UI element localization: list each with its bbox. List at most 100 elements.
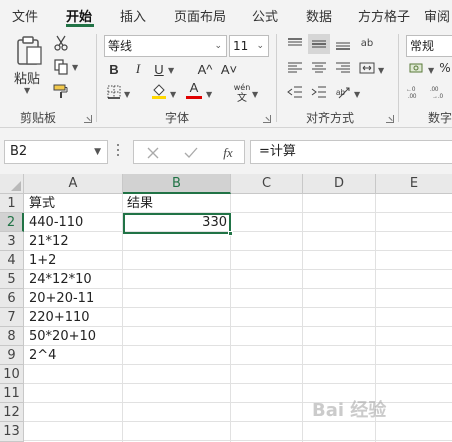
decrease-indent-icon[interactable] [286, 84, 304, 100]
formula-bar: B2 ▼ fx =计算 [0, 128, 452, 174]
font-color-button[interactable]: A [186, 79, 202, 95]
row-header-7[interactable]: 7 [0, 308, 24, 327]
fill-handle[interactable] [228, 231, 233, 236]
column-header-c[interactable]: C [231, 174, 303, 194]
column-header-d[interactable]: D [303, 174, 376, 194]
bold-button[interactable]: B [106, 60, 122, 78]
increase-indent-icon[interactable] [310, 84, 328, 100]
cell-b1[interactable]: 结果 [127, 194, 153, 213]
row-header-3[interactable]: 3 [0, 232, 24, 251]
font-size-value: 11 [233, 39, 249, 53]
currency-dropdown-icon[interactable]: ▼ [428, 66, 434, 75]
enter-check-icon[interactable] [182, 144, 200, 162]
row-header-13[interactable]: 13 [0, 422, 24, 442]
copy-icon[interactable] [52, 58, 70, 76]
active-tab-indicator [66, 24, 94, 27]
row-header-10[interactable]: 10 [0, 365, 24, 384]
decrease-decimal-icon[interactable]: .00 →.0 [430, 84, 452, 100]
tab-review[interactable]: 审阅 [424, 6, 450, 25]
cell-a9[interactable]: 2^4 [29, 346, 56, 365]
row-header-9[interactable]: 9 [0, 346, 24, 365]
orientation-dropdown-icon[interactable]: ▼ [354, 90, 360, 99]
chevron-down-icon[interactable]: ⌄ [214, 36, 222, 56]
cell-a7[interactable]: 220+110 [29, 308, 90, 327]
format-painter-icon[interactable] [52, 82, 70, 100]
underline-button[interactable]: U [152, 60, 166, 78]
paste-label[interactable]: 粘贴 [14, 68, 40, 87]
cell-a5[interactable]: 24*12*10 [29, 270, 92, 289]
paste-dropdown-icon[interactable]: ▼ [24, 86, 30, 95]
cell-a4[interactable]: 1+2 [29, 251, 56, 270]
row-header-1[interactable]: 1 [0, 194, 24, 213]
column-header-b[interactable]: B [123, 174, 231, 194]
alignment-launcher-icon[interactable] [386, 115, 394, 123]
align-middle-icon[interactable] [308, 34, 330, 54]
cell-a6[interactable]: 20+20-11 [29, 289, 94, 308]
cell-a1[interactable]: 算式 [29, 194, 55, 213]
gridline [24, 421, 452, 422]
cell-a8[interactable]: 50*20+10 [29, 327, 96, 346]
percent-icon[interactable]: % [438, 60, 452, 76]
formula-input[interactable]: =计算 [250, 140, 452, 164]
tab-fangfang[interactable]: 方方格子 [358, 6, 410, 25]
row-header-2[interactable]: 2 [0, 213, 24, 232]
cut-icon[interactable] [52, 34, 70, 52]
tab-home[interactable]: 开始 [66, 6, 92, 25]
fill-color-dropdown-icon[interactable]: ▼ [170, 90, 176, 99]
align-top-icon[interactable] [286, 36, 304, 52]
wrap-text-button[interactable]: ab [358, 34, 376, 52]
formula-buttons: fx [133, 140, 245, 164]
clipboard-launcher-icon[interactable] [84, 115, 92, 123]
cell-a2[interactable]: 440-110 [29, 213, 83, 232]
chevron-down-icon[interactable]: ⌄ [256, 36, 264, 56]
tab-formulas[interactable]: 公式 [252, 6, 278, 25]
row-header-6[interactable]: 6 [0, 289, 24, 308]
copy-dropdown-icon[interactable]: ▼ [72, 63, 78, 72]
row-header-4[interactable]: 4 [0, 251, 24, 270]
row-header-11[interactable]: 11 [0, 384, 24, 403]
font-color-dropdown-icon[interactable]: ▼ [206, 90, 212, 99]
align-bottom-icon[interactable] [334, 36, 352, 52]
borders-dropdown-icon[interactable]: ▼ [124, 90, 130, 99]
merge-dropdown-icon[interactable]: ▼ [378, 66, 384, 75]
align-left-icon[interactable] [286, 60, 304, 76]
increase-decimal-icon[interactable]: ←0.00 [406, 84, 430, 100]
select-all-button[interactable] [0, 174, 24, 194]
fill-color-icon[interactable] [150, 82, 168, 100]
row-header-12[interactable]: 12 [0, 403, 24, 422]
font-name-combo[interactable]: 等线 ⌄ [104, 35, 227, 57]
column-header-a[interactable]: A [24, 174, 123, 194]
currency-icon[interactable] [408, 60, 426, 76]
cell-a3[interactable]: 21*12 [29, 232, 69, 251]
merge-center-icon[interactable] [358, 60, 376, 76]
font-size-combo[interactable]: 11 ⌄ [229, 35, 269, 57]
phonetic-dropdown-icon[interactable]: ▼ [252, 90, 258, 99]
italic-button[interactable]: I [130, 60, 146, 78]
cancel-icon[interactable] [144, 144, 162, 162]
align-right-icon[interactable] [334, 60, 352, 76]
font-color-swatch [186, 96, 202, 99]
align-center-icon[interactable] [310, 60, 328, 76]
worksheet-grid[interactable]: A B C D E 1 2 3 4 5 6 7 8 9 10 11 12 13 … [0, 174, 452, 442]
tab-page-layout[interactable]: 页面布局 [174, 6, 226, 25]
font-group-label: 字体 [165, 111, 190, 125]
tab-file[interactable]: 文件 [12, 6, 38, 25]
orientation-icon[interactable]: ab [334, 83, 352, 101]
tab-data[interactable]: 数据 [306, 6, 332, 25]
increase-font-size-button[interactable]: A^ [196, 60, 214, 78]
row-header-8[interactable]: 8 [0, 327, 24, 346]
column-header-e[interactable]: E [376, 174, 452, 194]
borders-icon[interactable] [106, 84, 122, 100]
formula-bar-grip-icon[interactable] [117, 144, 120, 160]
decrease-font-size-button[interactable]: A˅ [220, 60, 238, 78]
insert-function-button[interactable]: fx [218, 144, 238, 162]
tab-insert[interactable]: 插入 [120, 6, 146, 25]
chevron-down-icon[interactable]: ▼ [94, 141, 101, 163]
paste-button[interactable] [12, 34, 46, 68]
gridline [302, 194, 303, 442]
number-format-combo[interactable]: 常规 [406, 35, 452, 57]
underline-dropdown-icon[interactable]: ▼ [168, 66, 174, 75]
name-box[interactable]: B2 ▼ [4, 140, 108, 164]
font-launcher-icon[interactable] [263, 115, 271, 123]
row-header-5[interactable]: 5 [0, 270, 24, 289]
